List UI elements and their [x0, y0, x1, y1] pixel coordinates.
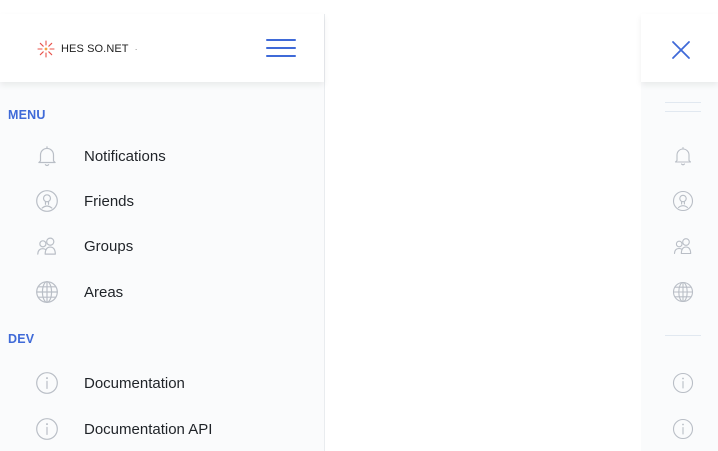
menu-section-divider [665, 102, 701, 103]
hamburger-line [266, 39, 296, 41]
sunburst-logo-icon [37, 40, 55, 58]
info-icon[interactable] [671, 371, 695, 395]
info-icon [34, 416, 60, 442]
globe-icon [34, 279, 60, 305]
sidebar-header: HES SO.NET · [0, 14, 324, 82]
sidebar-item-documentation[interactable]: Documentation [34, 363, 314, 403]
sidebar-item-groups[interactable]: Groups [34, 226, 314, 266]
hamburger-menu-button[interactable] [266, 37, 296, 59]
brand-name: HES SO.NET [61, 43, 129, 55]
collapsed-sidebar-header [641, 14, 718, 82]
sidebar-item-notifications[interactable]: Notifications [34, 136, 314, 176]
sidebar-item-areas[interactable]: Areas [34, 272, 314, 312]
user-icon [34, 188, 60, 214]
dev-section-title: DEV [8, 332, 35, 346]
users-icon [34, 233, 60, 259]
sidebar-item-label: Areas [84, 283, 124, 301]
sidebar-collapsed [641, 14, 718, 451]
sidebar-item-label: Groups [84, 237, 134, 255]
info-icon[interactable] [671, 417, 695, 441]
close-icon[interactable] [671, 40, 691, 60]
hamburger-line [266, 55, 296, 57]
menu-section-title: MENU [8, 108, 46, 122]
sidebar-item-label: Notifications [84, 147, 166, 165]
brand-suffix: · [134, 44, 138, 54]
sidebar-item-label: Friends [84, 192, 135, 210]
dev-section-divider [665, 335, 701, 336]
bell-icon[interactable] [671, 144, 695, 168]
hamburger-line [266, 47, 296, 49]
sidebar-item-documentation-api[interactable]: Documentation API [34, 409, 314, 449]
globe-icon[interactable] [671, 280, 695, 304]
sidebar-item-label: Documentation API [84, 420, 213, 438]
bell-icon [34, 143, 60, 169]
brand-logo[interactable]: HES SO.NET · [36, 39, 138, 59]
sidebar-expanded: HES SO.NET · MENU Notifications Friends … [0, 14, 325, 451]
user-icon[interactable] [671, 189, 695, 213]
menu-section-divider [665, 111, 701, 112]
sidebar-item-friends[interactable]: Friends [34, 181, 314, 221]
users-icon[interactable] [671, 234, 695, 258]
info-icon [34, 370, 60, 396]
sidebar-item-label: Documentation [84, 374, 185, 392]
